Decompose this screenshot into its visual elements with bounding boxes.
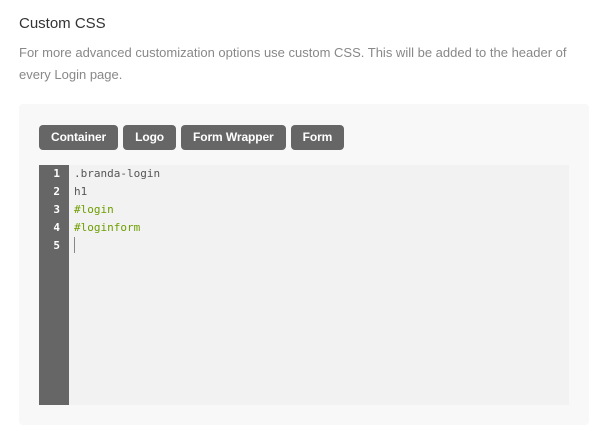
selector-button-row: Container Logo Form Wrapper Form [39,125,345,150]
logo-button[interactable]: Logo [123,125,177,150]
line-number: 1 [53,167,60,180]
custom-css-panel: Custom CSS For more advanced customizati… [0,0,610,437]
code-line: #loginform [74,221,141,234]
code-editor[interactable]: 1 2 3 4 5 .branda-login h1 #login #login… [39,165,569,405]
line-number: 3 [53,203,60,216]
container-button[interactable]: Container [39,125,119,150]
css-editor-box: Container Logo Form Wrapper Form 1 2 3 4… [19,104,589,425]
line-number-gutter: 1 2 3 4 5 [39,165,69,405]
text-cursor [74,237,75,253]
form-wrapper-button[interactable]: Form Wrapper [181,125,286,150]
section-title: Custom CSS [19,15,106,32]
code-line: h1 [74,185,88,198]
section-description: For more advanced customization options … [19,45,567,82]
code-area[interactable]: .branda-login h1 #login #loginform [74,165,569,405]
code-line-cursor [74,237,569,255]
line-number: 2 [53,185,60,198]
form-button[interactable]: Form [290,125,345,150]
line-number: 5 [53,239,60,252]
line-number: 4 [53,221,60,234]
code-line: #login [74,203,114,216]
code-line: .branda-login [74,167,161,180]
